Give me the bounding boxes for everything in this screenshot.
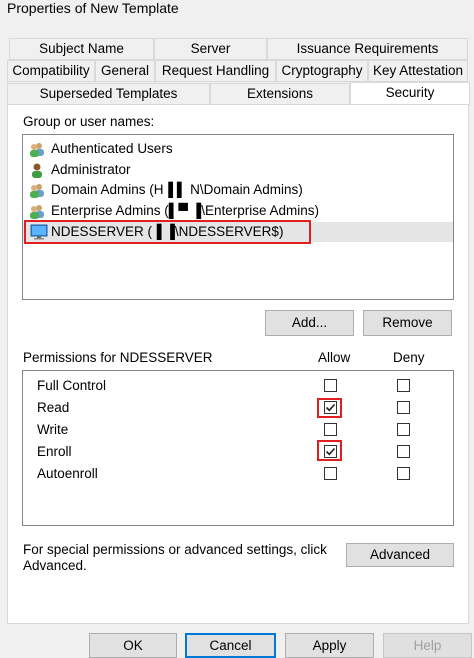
tab-extensions[interactable]: Extensions xyxy=(210,83,350,105)
write-allow-checkbox[interactable] xyxy=(324,423,337,436)
window-title: Properties of New Template xyxy=(7,0,179,16)
tab-issuance-requirements[interactable]: Issuance Requirements xyxy=(267,38,468,60)
tab-key-attestation[interactable]: Key Attestation xyxy=(368,60,468,82)
remove-button[interactable]: Remove xyxy=(363,310,452,336)
tab-cryptography[interactable]: Cryptography xyxy=(276,60,368,82)
list-item[interactable]: Administrator xyxy=(23,160,453,180)
read-deny-checkbox[interactable] xyxy=(397,401,410,414)
tab-superseded-templates[interactable]: Superseded Templates xyxy=(7,83,210,105)
group-label: Group or user names: xyxy=(23,114,155,129)
allow-header: Allow xyxy=(318,350,351,365)
user-group-icon xyxy=(29,182,45,198)
help-button[interactable]: Help xyxy=(383,633,472,658)
user-name: Authenticated Users xyxy=(51,141,173,156)
tab-general[interactable]: General xyxy=(95,60,155,82)
autoenroll-allow-checkbox[interactable] xyxy=(324,467,337,480)
tab-subject-name[interactable]: Subject Name xyxy=(9,38,154,60)
user-name: Domain Admins (H▐ ▌ N\Domain Admins) xyxy=(51,182,303,197)
user-name: Administrator xyxy=(51,162,131,177)
permission-label: Full Control xyxy=(37,378,107,393)
deny-header: Deny xyxy=(393,350,425,365)
full-control-deny-checkbox[interactable] xyxy=(397,379,410,392)
add-button[interactable]: Add... xyxy=(265,310,354,336)
permission-label: Read xyxy=(37,400,70,415)
selection-highlight xyxy=(24,220,311,244)
list-item[interactable]: Enterprise Admins (▌▀ ▐\Enterprise Admin… xyxy=(23,201,453,221)
enroll-deny-checkbox[interactable] xyxy=(397,445,410,458)
advanced-hint-text-2: Advanced. xyxy=(23,558,87,573)
user-group-icon xyxy=(29,141,45,157)
permission-label: Write xyxy=(37,422,69,437)
tab-server[interactable]: Server xyxy=(154,38,267,60)
cancel-button[interactable]: Cancel xyxy=(185,633,276,658)
permissions-label: Permissions for NDESSERVER xyxy=(23,350,213,365)
user-group-icon xyxy=(29,203,45,219)
permissions-listbox: Full Control Read Write Enroll Autoenrol… xyxy=(22,370,454,526)
list-item[interactable]: Domain Admins (H▐ ▌ N\Domain Admins) xyxy=(23,180,453,200)
apply-button[interactable]: Apply xyxy=(285,633,374,658)
user-name: Enterprise Admins (▌▀ ▐\Enterprise Admin… xyxy=(51,203,320,218)
user-icon xyxy=(29,162,45,178)
tab-compatibility[interactable]: Compatibility xyxy=(7,60,95,82)
full-control-allow-checkbox[interactable] xyxy=(324,379,337,392)
tab-security[interactable]: Security xyxy=(350,82,470,106)
ok-button[interactable]: OK xyxy=(89,633,177,658)
tab-request-handling[interactable]: Request Handling xyxy=(155,60,276,82)
enroll-allow-highlight xyxy=(317,440,342,461)
permission-label: Autoenroll xyxy=(37,466,98,481)
list-item[interactable]: Authenticated Users xyxy=(23,139,453,159)
user-listbox[interactable]: Authenticated Users Administrator Domain… xyxy=(22,134,454,300)
autoenroll-deny-checkbox[interactable] xyxy=(397,467,410,480)
advanced-button[interactable]: Advanced xyxy=(346,543,454,567)
write-deny-checkbox[interactable] xyxy=(397,423,410,436)
advanced-hint-text: For special permissions or advanced sett… xyxy=(23,542,327,557)
read-allow-highlight xyxy=(317,398,342,418)
permission-label: Enroll xyxy=(37,444,72,459)
